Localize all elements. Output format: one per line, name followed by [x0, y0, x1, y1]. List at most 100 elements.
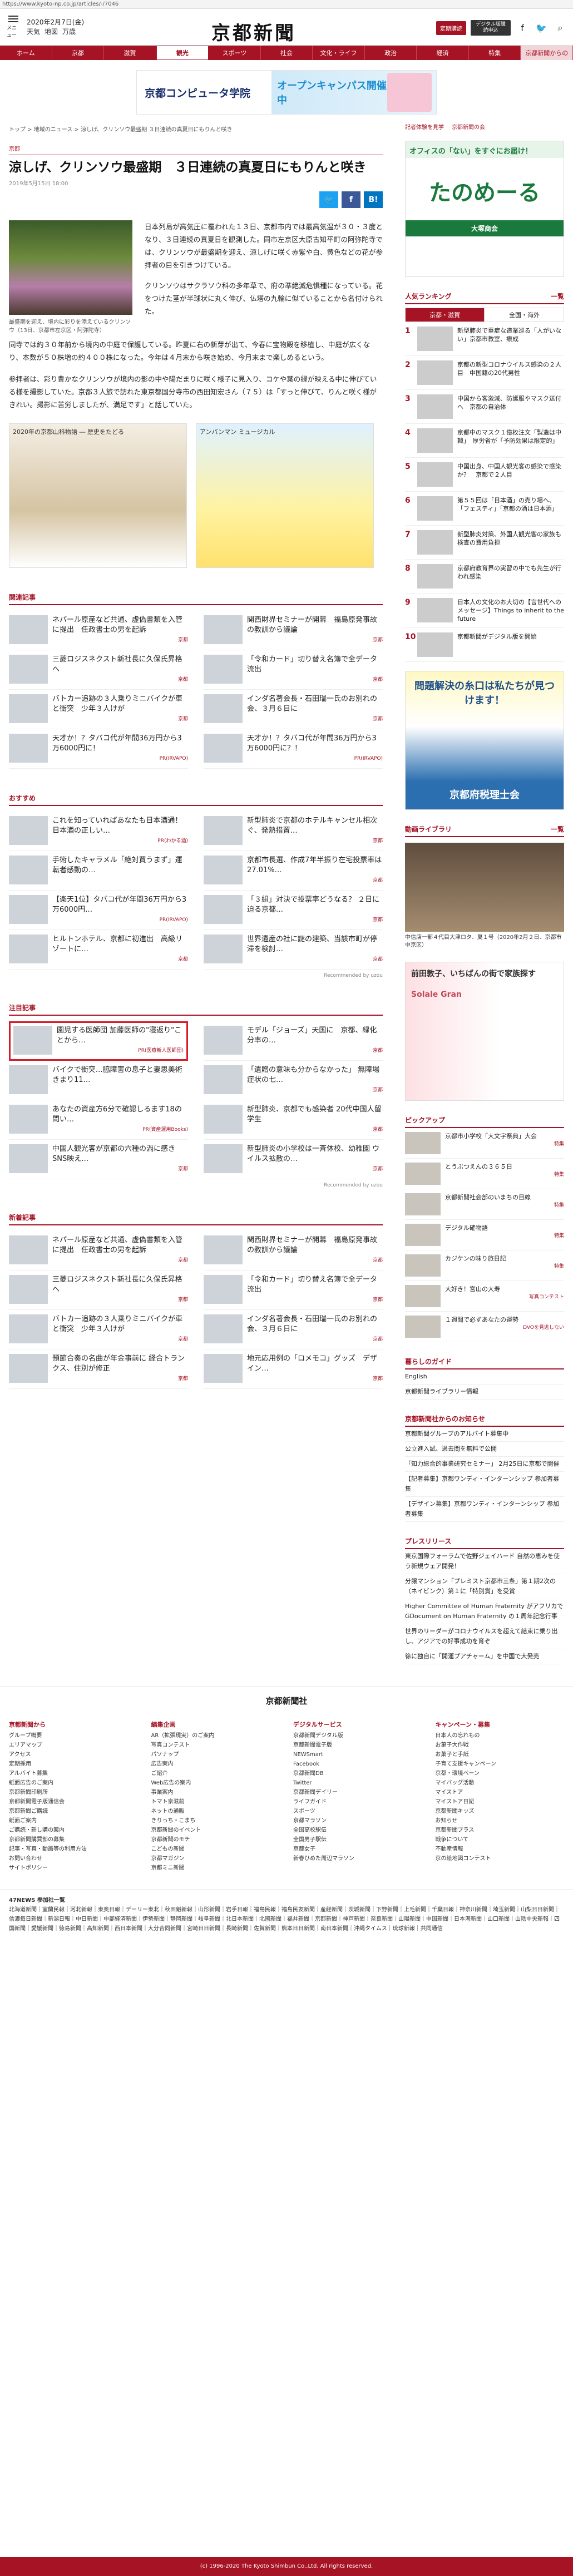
footer-link[interactable]: 記事・写真・動画等の利用方法: [9, 1845, 138, 1854]
twitter-share-button[interactable]: 🐦: [319, 191, 338, 208]
article-thumbnail[interactable]: [9, 1354, 48, 1383]
pickup-item[interactable]: １週間で必ずあなたの運勢 DVOを見逃しない: [405, 1312, 564, 1342]
video-thumbnail[interactable]: [405, 843, 564, 932]
ranking-thumbnail[interactable]: [417, 327, 453, 351]
article-card[interactable]: 預節合奏の名曲が年金事前に 経合トランクス、住別が修正 京都: [9, 1349, 188, 1389]
article-card[interactable]: モデル「ジョーズ」天国に 京都、緑化分率の… 京都: [204, 1021, 383, 1061]
breadcrumb[interactable]: トップ > 地域のニュース > 涼しげ、クリンソウ最盛期 ３日連続の真夏日にもり…: [9, 119, 383, 136]
article-thumbnail[interactable]: [9, 856, 48, 884]
article-thumbnail[interactable]: [9, 1144, 48, 1173]
footer-link[interactable]: 京都ミニ新聞: [151, 1863, 280, 1873]
pickup-title[interactable]: 京都新聞社会部のいまちの目線: [445, 1193, 564, 1202]
nav-item[interactable]: 京都新聞からの: [521, 46, 573, 60]
ranking-item[interactable]: 8 京都府教育界の実習の中でも先生が行われ感染: [405, 560, 564, 594]
article-thumbnail[interactable]: [204, 935, 243, 963]
footer-link[interactable]: パソナップ: [151, 1750, 280, 1759]
article-thumbnail[interactable]: [204, 1275, 243, 1304]
article-card[interactable]: 地元応用例の「ロメモコ」グッズ デザイン… 京都: [204, 1349, 383, 1389]
footer-link[interactable]: お菓子と手紙: [436, 1750, 565, 1759]
pickup-title[interactable]: とうぶつえんの３６５日: [445, 1163, 564, 1171]
ranking-thumbnail[interactable]: [417, 530, 453, 555]
article-thumbnail[interactable]: [204, 895, 243, 924]
video-more-link[interactable]: 一覧: [551, 824, 564, 834]
footer-link[interactable]: 戦争について: [436, 1835, 565, 1845]
nav-item[interactable]: 社会: [261, 46, 313, 60]
footer-link[interactable]: 日本人の忘れもの: [436, 1731, 565, 1741]
nav-item[interactable]: 観光: [156, 46, 209, 60]
ranking-thumbnail[interactable]: [417, 598, 453, 622]
article-card[interactable]: 新型肺炎の小学校は一斉休校、幼稚園 ウイルス拡散の… 京都: [204, 1140, 383, 1179]
footer-link[interactable]: 全国高校駅伝: [293, 1826, 422, 1835]
footer-link[interactable]: マイストア日記: [436, 1797, 565, 1807]
footer-link[interactable]: マイストア: [436, 1788, 565, 1797]
article-card[interactable]: 園児する医師団 加藤医師の"寝返り"ことから… PR(医療新人医師団): [9, 1021, 188, 1061]
article-thumbnail[interactable]: [204, 655, 243, 684]
pickup-thumbnail[interactable]: [405, 1285, 441, 1307]
article-card[interactable]: 新型肺炎で京都のホテルキャンセル相次ぐ、発熱措置… 京都: [204, 812, 383, 851]
footer-link[interactable]: 京都新聞印刷所: [9, 1788, 138, 1797]
article-card-title[interactable]: 関西財界セミナーが開幕 福島原発事故の教訓から議論: [247, 615, 383, 635]
article-card-title[interactable]: インダ名著会長・石田瑞一氏のお別れの会、３月６日に: [247, 1314, 383, 1334]
article-thumbnail[interactable]: [204, 615, 243, 644]
ranking-title[interactable]: 新型肺炎で重症な造業巡る「人がいない」京都市教室、療成: [457, 327, 564, 351]
nav-item[interactable]: スポーツ: [209, 46, 261, 60]
pickup-thumbnail[interactable]: [405, 1132, 441, 1154]
ranking-thumbnail[interactable]: [417, 632, 453, 657]
footer-link[interactable]: お問い合わせ: [9, 1854, 138, 1863]
ranking-thumbnail[interactable]: [417, 428, 453, 453]
article-card-title[interactable]: 天才か！？タバコ代が年間36万円から3万6000円に！: [52, 734, 188, 754]
article-card[interactable]: 【楽天1位】タバコ代が年間36万円から3万6000円… PR(IRVAPO): [9, 891, 188, 930]
footer-link[interactable]: スポーツ: [293, 1807, 422, 1816]
footer-link[interactable]: 京都新聞デジタル版: [293, 1731, 422, 1741]
article-card-title[interactable]: 「３組」対決で投票率どうなる？ ２日に迫る京都…: [247, 895, 383, 915]
footer-link[interactable]: ライフガイド: [293, 1797, 422, 1807]
article-card-title[interactable]: 中国人観光客が京都の六種の渦に感き SNS映え…: [52, 1144, 188, 1164]
ranking-item[interactable]: 4 京都中のマスク１億枚注文「製造は中韓」 厚労省が「予防効果は限定的」: [405, 424, 564, 458]
article-card-title[interactable]: 三菱ロジスネクスト新社長に久保氏昇格へ: [52, 655, 188, 675]
footer-link[interactable]: 子育て支援キャンペーン: [436, 1759, 565, 1769]
footer-link[interactable]: Twitter: [293, 1778, 422, 1788]
footer-link[interactable]: お知らせ: [436, 1816, 565, 1826]
video-caption[interactable]: 中信店一部４代目大津ロタ、夏１号（2020年2月２日、京都市中京区）: [405, 934, 564, 950]
header-link[interactable]: 天気: [27, 27, 40, 37]
article-thumbnail[interactable]: [204, 816, 243, 845]
article-card-title[interactable]: 京都市長選、作成7年半振り在宅投票率は27.01%…: [247, 856, 383, 876]
article-thumbnail[interactable]: [204, 734, 243, 763]
article-card-title[interactable]: 新型肺炎で京都のホテルキャンセル相次ぐ、発熱措置…: [247, 816, 383, 836]
footer-link[interactable]: ご購読・新し購の案内: [9, 1826, 138, 1835]
article-card[interactable]: あなたの資産方6分で確認しるます18の問い… PR(資産運用Books): [9, 1100, 188, 1140]
footer-link[interactable]: マイバッグ活動: [436, 1778, 565, 1788]
article-thumbnail[interactable]: [9, 615, 48, 644]
article-card-title[interactable]: 「令和カード」切り替え名簿で全データ流出: [247, 1275, 383, 1295]
footer-link[interactable]: 京都新聞キッズ: [436, 1807, 565, 1816]
footer-link[interactable]: こどもの新聞: [151, 1845, 280, 1854]
footer-link[interactable]: 京都新聞デイリー: [293, 1788, 422, 1797]
article-card[interactable]: インダ名著会長・石田瑞一氏のお別れの会、３月６日に 京都: [204, 1310, 383, 1349]
nav-item[interactable]: ホーム: [0, 46, 52, 60]
article-card-title[interactable]: バトカー追跡の３人乗りミニバイクが車と衝突 少年３人けが: [52, 1314, 188, 1334]
ranking-item[interactable]: 2 京都の新型コロナウイルス感染の２人目 中国籍の20代男性: [405, 356, 564, 390]
guide-link[interactable]: English: [405, 1369, 564, 1385]
nav-item[interactable]: 政治: [365, 46, 417, 60]
article-card-title[interactable]: 新型肺炎の小学校は一斉休校、幼稚園 ウイルス拡散の…: [247, 1144, 383, 1164]
tab-kyoto-shiga[interactable]: 京都・滋賀: [405, 308, 485, 322]
article-card[interactable]: バトカー追跡の３人乗りミニバイクが車と衝突 少年３人けが 京都: [9, 1310, 188, 1349]
footer-link[interactable]: アクセス: [9, 1750, 138, 1759]
footer-link[interactable]: 写真コンテスト: [151, 1741, 280, 1750]
article-card-title[interactable]: あなたの資産方6分で確認しるます18の問い…: [52, 1105, 188, 1125]
ranking-item[interactable]: 1 新型肺炎で重症な造業巡る「人がいない」京都市教室、療成: [405, 322, 564, 356]
article-thumbnail[interactable]: [9, 935, 48, 963]
article-card[interactable]: 関西財界セミナーが開幕 福島原発事故の教訓から議論 京都: [204, 1231, 383, 1270]
article-card[interactable]: 関西財界セミナーが開幕 福島原発事故の教訓から議論 京都: [204, 611, 383, 650]
article-card-title[interactable]: ネパール原産など共通、虚偽書類を入管に提出 任政書士の男を起訴: [52, 615, 188, 635]
ranking-item[interactable]: 3 中国から客激減、防護服やマスク送付へ 京都の自治体: [405, 390, 564, 424]
article-card[interactable]: 中国人観光客が京都の六種の渦に感き SNS映え… 京都: [9, 1140, 188, 1179]
pickup-item[interactable]: 京都市小学校「大文字祭典」大会 特集: [405, 1128, 564, 1159]
nav-item[interactable]: 京都: [52, 46, 105, 60]
guide-link[interactable]: 京都新聞ライブラリー情報: [405, 1385, 564, 1400]
footer-link[interactable]: 京都新聞のイベント: [151, 1826, 280, 1835]
footer-link[interactable]: 京都新聞プラス: [436, 1826, 565, 1835]
article-card-title[interactable]: モデル「ジョーズ」天国に 京都、緑化分率の…: [247, 1026, 383, 1046]
article-card-title[interactable]: 手術したキャラメル「絶対買うまず」運転者感動の…: [52, 856, 188, 876]
pickup-item[interactable]: 大好き！宮山の大寿 写真コンテスト: [405, 1281, 564, 1312]
